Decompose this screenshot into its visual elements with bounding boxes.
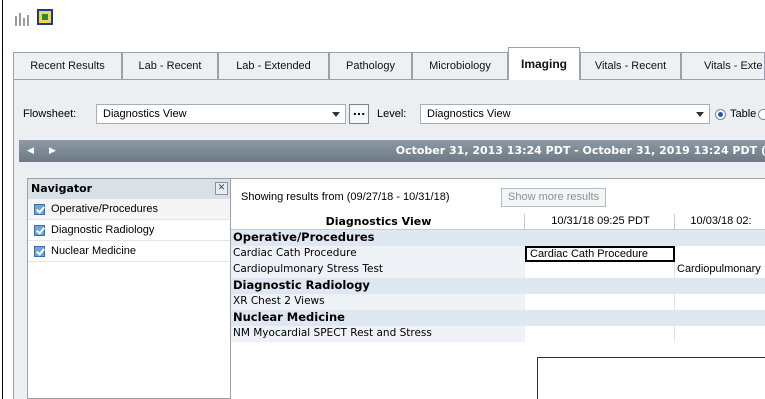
section-fill	[525, 310, 765, 326]
table-row[interactable]: NM Myocardial SPECT Rest and Stress	[231, 326, 765, 342]
result-cell-selected[interactable]: Cardiac Cath Procedure	[525, 246, 675, 262]
result-cell[interactable]	[675, 326, 765, 342]
column-header-date-1[interactable]: 10/31/18 09:25 PDT	[525, 214, 675, 230]
chevron-down-icon	[696, 112, 704, 117]
section-label: Operative/Procedures	[231, 230, 525, 246]
date-range-bar: ◀ ▶ October 31, 2013 13:24 PDT - October…	[19, 140, 765, 162]
flowsheet-value: Diagnostics View	[103, 108, 187, 120]
table-row: Nuclear Medicine	[231, 310, 765, 326]
navigator-item-label: Nuclear Medicine	[51, 245, 136, 257]
navigator-item-nuclear-medicine[interactable]: Nuclear Medicine	[28, 241, 230, 262]
navigator-item-label: Diagnostic Radiology	[51, 224, 155, 236]
chevron-down-icon	[332, 112, 340, 117]
flowsheet-select[interactable]: Diagnostics View	[96, 104, 346, 124]
showing-results-text: Showing results from (09/27/18 - 10/31/1…	[241, 191, 450, 203]
result-cell[interactable]	[675, 246, 765, 262]
report-icon[interactable]	[37, 9, 53, 25]
view-graph-radio[interactable]	[758, 109, 765, 120]
section-label: Diagnostic Radiology	[231, 278, 525, 294]
flowsheet-label: Flowsheet:	[23, 108, 77, 120]
level-select[interactable]: Diagnostics View	[420, 104, 710, 124]
hover-popup	[537, 357, 765, 399]
table-row[interactable]: Cardiopulmonary Stress Test Cardiopulmon…	[231, 262, 765, 278]
column-header-view[interactable]: Diagnostics View	[231, 214, 525, 230]
flowsheet-grid-icon[interactable]	[15, 12, 31, 26]
view-table-label: Table	[730, 108, 757, 120]
navigator-item-diagnostic-radiology[interactable]: Diagnostic Radiology	[28, 220, 230, 241]
navigator-header: Navigator ✕	[28, 179, 230, 199]
result-cell[interactable]	[525, 294, 675, 310]
level-label: Level:	[377, 108, 407, 120]
navigator-pane: Navigator ✕ Operative/Procedures Diagnos…	[27, 178, 231, 399]
navigator-item-label: Operative/Procedures	[51, 203, 158, 215]
result-cell[interactable]	[525, 262, 675, 278]
table-row: Diagnostic Radiology	[231, 278, 765, 294]
column-header-date-2[interactable]: 10/03/18 02:	[675, 214, 765, 230]
result-cell[interactable]	[525, 326, 675, 342]
tab-microbiology[interactable]: Microbiology	[412, 52, 508, 79]
tab-recent-results[interactable]: Recent Results	[13, 52, 122, 79]
checkbox-checked-icon[interactable]	[34, 204, 45, 215]
show-more-results-button[interactable]: Show more results	[501, 188, 607, 207]
table-row: Operative/Procedures	[231, 230, 765, 246]
close-icon[interactable]: ✕	[215, 182, 228, 195]
checkbox-checked-icon[interactable]	[34, 225, 45, 236]
flowsheet-browse-button[interactable]: ...	[349, 104, 369, 124]
grid-header-row: Diagnostics View 10/31/18 09:25 PDT 10/0…	[231, 214, 765, 230]
date-range-text: October 31, 2013 13:24 PDT - October 31,…	[395, 144, 765, 157]
tab-imaging[interactable]: Imaging	[508, 47, 580, 80]
results-tab-bar: Recent Results Lab - Recent Lab - Extend…	[13, 47, 765, 80]
table-row[interactable]: XR Chest 2 Views	[231, 294, 765, 310]
tab-pathology[interactable]: Pathology	[329, 52, 412, 79]
navigator-item-operative-procedures[interactable]: Operative/Procedures	[28, 199, 230, 220]
tab-vitals-recent[interactable]: Vitals - Recent	[580, 52, 681, 79]
row-label: Cardiac Cath Procedure	[231, 246, 525, 262]
tab-lab-extended[interactable]: Lab - Extended	[218, 52, 329, 79]
section-fill	[525, 278, 765, 294]
tab-vitals-extended[interactable]: Vitals - Exte	[681, 52, 765, 79]
window-edge	[2, 0, 3, 399]
navigator-title: Navigator	[31, 182, 93, 195]
section-fill	[525, 230, 765, 246]
checkbox-checked-icon[interactable]	[34, 246, 45, 257]
section-label: Nuclear Medicine	[231, 310, 525, 326]
view-table-radio[interactable]	[715, 109, 726, 120]
result-cell[interactable]: Cardiopulmonary	[675, 262, 765, 278]
imaging-panel: Flowsheet: Diagnostics View ... Level: D…	[13, 80, 765, 399]
level-value: Diagnostics View	[427, 108, 511, 120]
table-row[interactable]: Cardiac Cath Procedure Cardiac Cath Proc…	[231, 246, 765, 262]
row-label: Cardiopulmonary Stress Test	[231, 262, 525, 278]
row-label: NM Myocardial SPECT Rest and Stress	[231, 326, 525, 342]
date-nav-arrows[interactable]: ◀ ▶	[27, 140, 62, 162]
tab-lab-recent[interactable]: Lab - Recent	[122, 52, 218, 79]
row-label: XR Chest 2 Views	[231, 294, 525, 310]
result-cell[interactable]	[675, 294, 765, 310]
